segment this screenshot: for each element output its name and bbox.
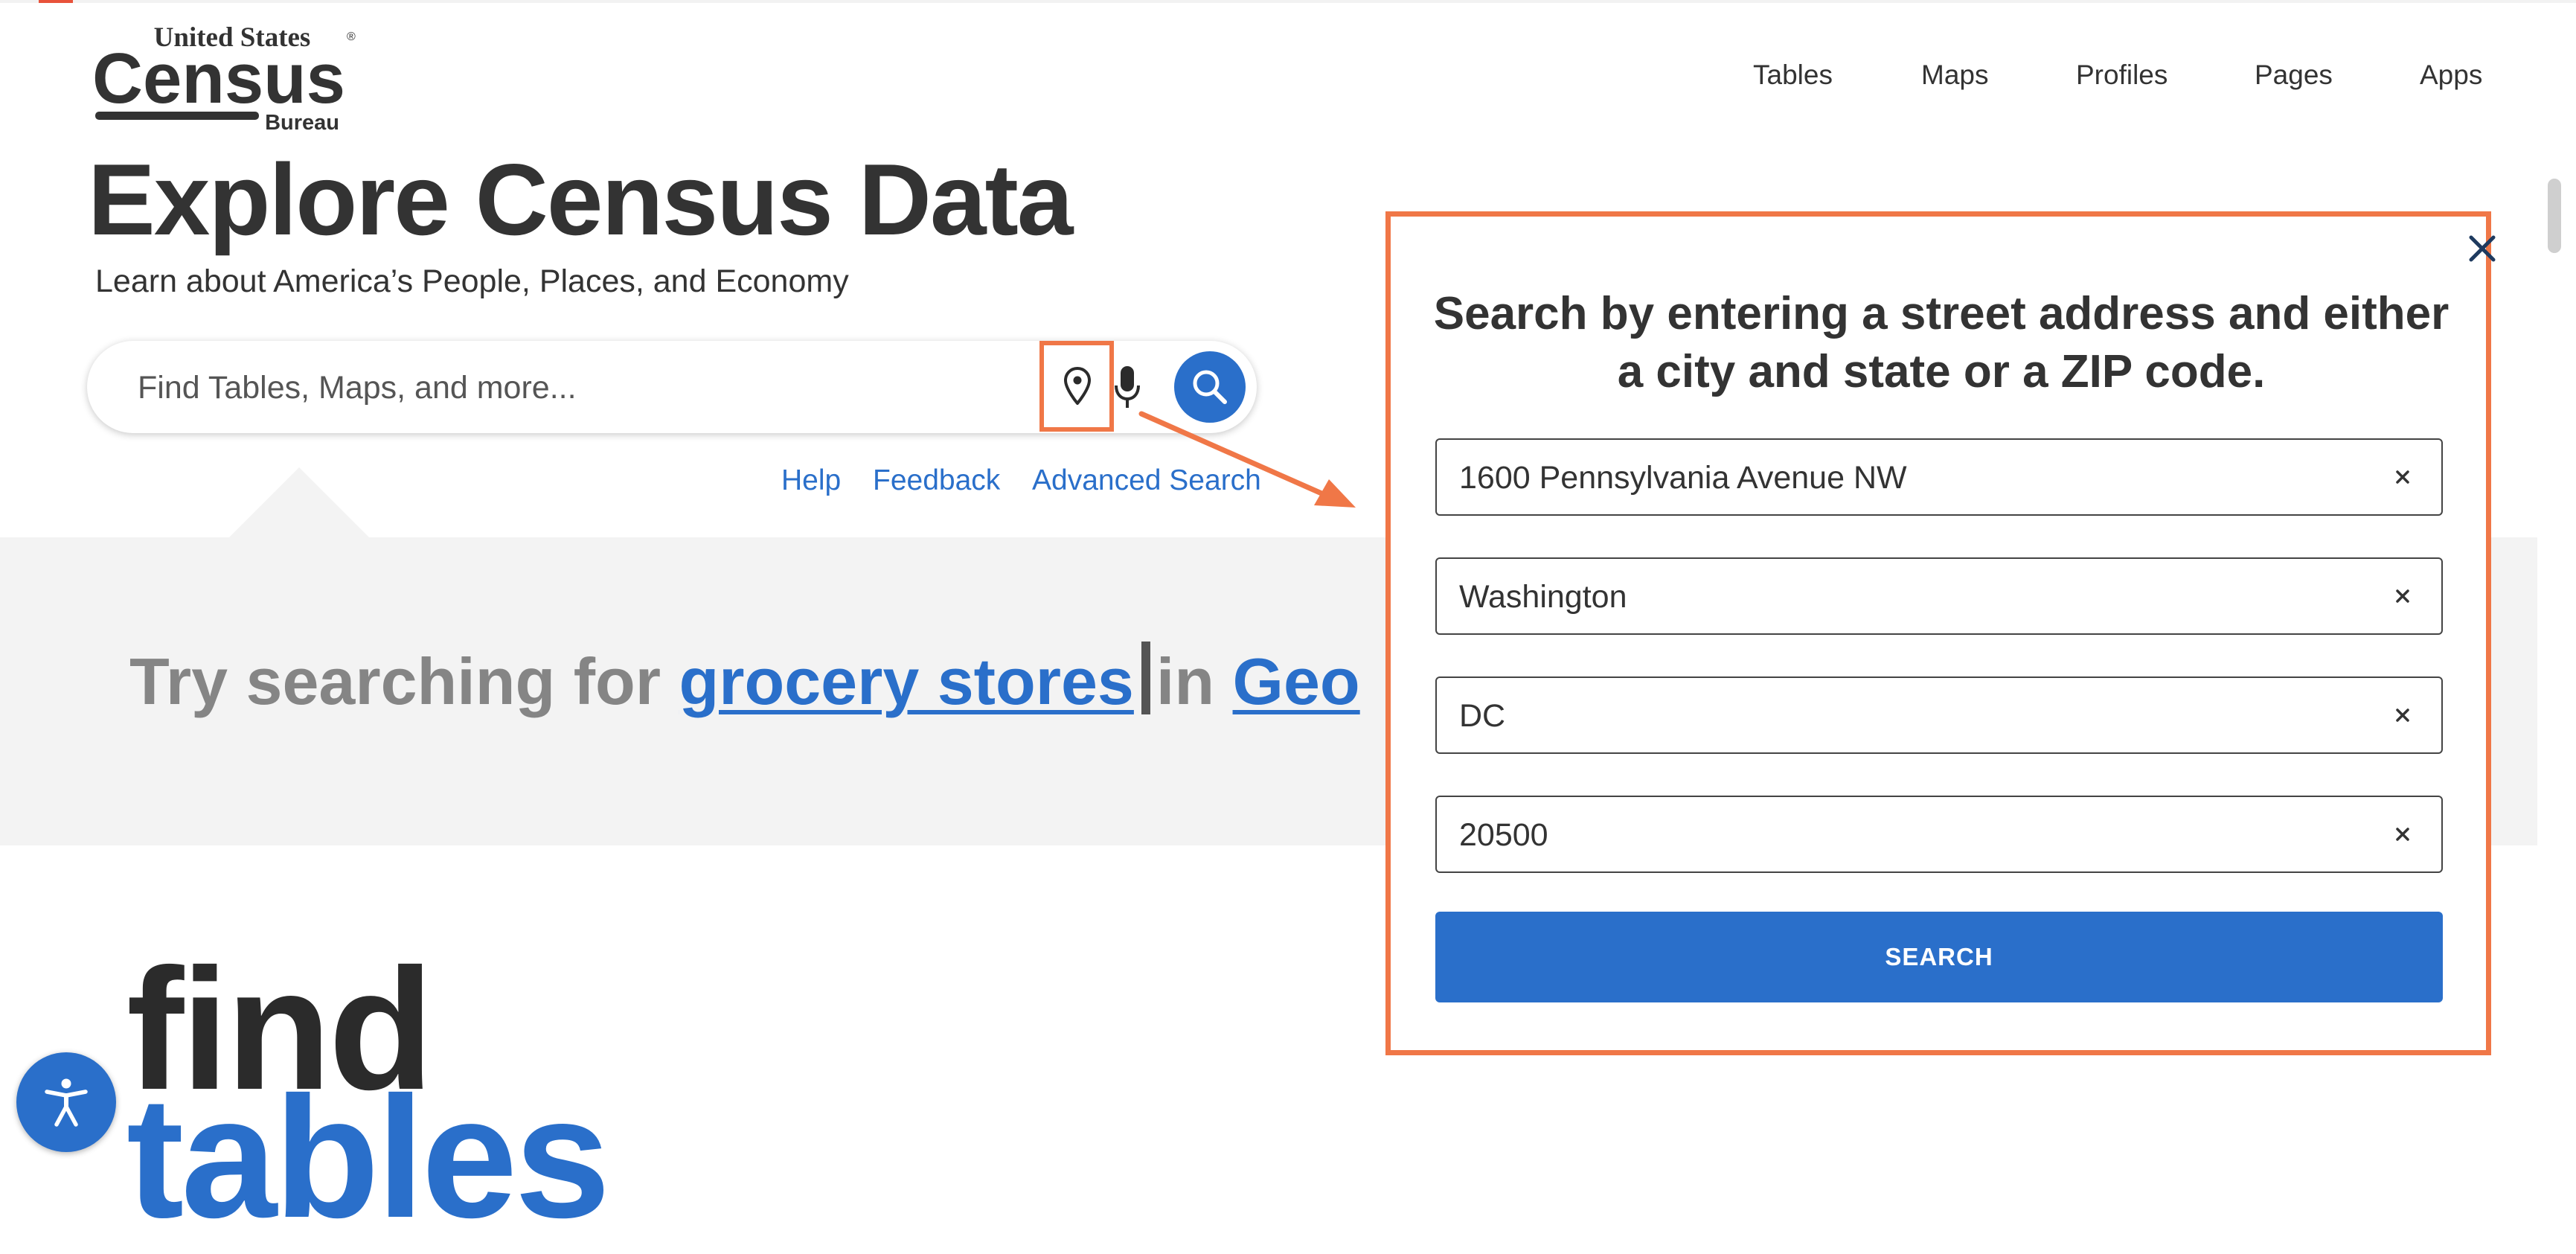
accessibility-button[interactable] xyxy=(16,1052,116,1152)
help-link[interactable]: Help xyxy=(781,464,841,497)
showcase-tables: tables xyxy=(126,1061,611,1254)
suggestion-term-link[interactable]: grocery stores xyxy=(679,644,1133,718)
state-field xyxy=(1435,676,2443,754)
clear-street-icon[interactable] xyxy=(2391,465,2415,489)
census-bureau-logo[interactable]: United States ® Census Bureau xyxy=(91,24,359,135)
zip-input[interactable] xyxy=(1458,813,2354,857)
street-address-input[interactable] xyxy=(1458,456,2354,499)
location-pin-icon[interactable] xyxy=(1063,366,1092,408)
feedback-link[interactable]: Feedback xyxy=(873,464,1000,497)
zip-field xyxy=(1435,796,2443,873)
address-search-dialog: Search by entering a street address and … xyxy=(1385,211,2496,1055)
top-accent-mark xyxy=(39,0,73,3)
annotation-arrow xyxy=(1138,411,1356,508)
close-icon[interactable] xyxy=(2465,231,2499,266)
nav-maps[interactable]: Maps xyxy=(1921,60,1988,97)
typing-cursor xyxy=(1141,642,1150,714)
accessibility-icon xyxy=(45,1078,88,1127)
logo-line2: Census xyxy=(92,39,345,118)
page-subtitle: Learn about America’s People, Places, an… xyxy=(95,263,849,299)
scrollbar-thumb[interactable] xyxy=(2548,179,2561,253)
clear-zip-icon[interactable] xyxy=(2391,822,2415,846)
band-pointer xyxy=(228,467,371,539)
logo-registered: ® xyxy=(347,31,356,43)
address-search-button[interactable]: SEARCH xyxy=(1435,912,2443,1002)
search-icon xyxy=(1193,370,1227,404)
nav-tables[interactable]: Tables xyxy=(1753,60,1833,97)
clear-state-icon[interactable] xyxy=(2391,703,2415,727)
nav-pages[interactable]: Pages xyxy=(2255,60,2333,97)
logo-underline xyxy=(95,112,259,120)
dialog-title: Search by entering a street address and … xyxy=(1433,288,2450,397)
suggestion-geo-link[interactable]: Geo xyxy=(1233,644,1360,718)
suggestion-text: Try searching for grocery stores in Geo xyxy=(129,642,1360,720)
city-input[interactable] xyxy=(1458,575,2354,618)
logo-line3: Bureau xyxy=(265,111,339,135)
city-field xyxy=(1435,557,2443,635)
search-input[interactable] xyxy=(136,365,1032,411)
suggestion-prefix: Try searching for xyxy=(129,644,661,718)
state-input[interactable] xyxy=(1458,694,2354,738)
page-title: Explore Census Data xyxy=(88,143,1073,256)
suggestion-middle: in xyxy=(1156,644,1215,718)
nav-profiles[interactable]: Profiles xyxy=(2076,60,2168,97)
nav-apps[interactable]: Apps xyxy=(2420,60,2482,97)
street-address-field xyxy=(1435,438,2443,516)
clear-city-icon[interactable] xyxy=(2391,584,2415,608)
top-edge xyxy=(0,0,2576,3)
